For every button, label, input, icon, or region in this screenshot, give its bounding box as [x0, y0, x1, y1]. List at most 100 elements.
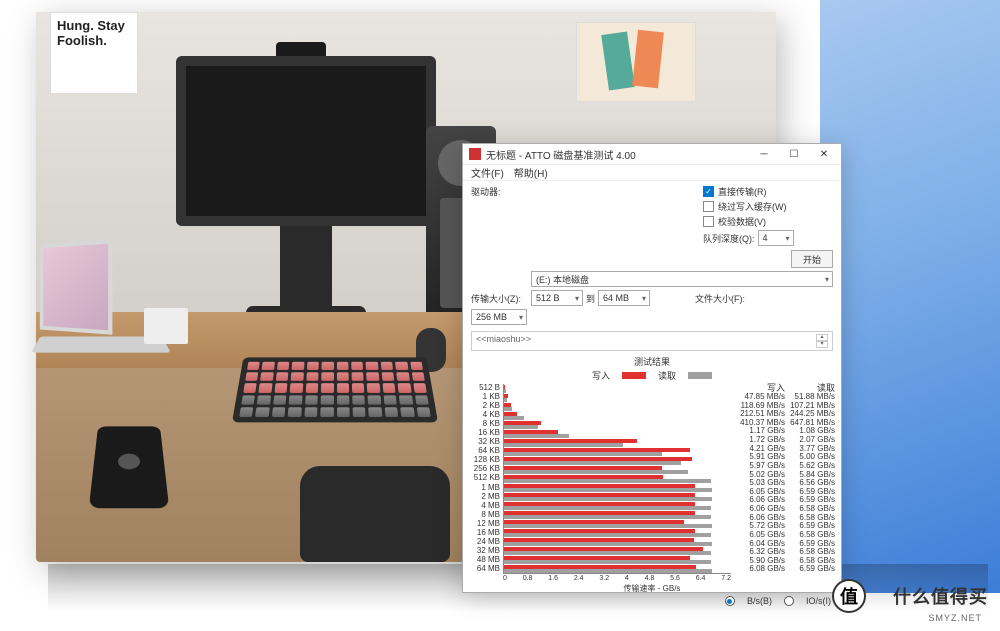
minimize-button[interactable]: ─ — [749, 144, 779, 164]
bar-row — [504, 546, 731, 555]
keyboard — [232, 357, 438, 422]
x-tick-label: 4 — [625, 575, 629, 582]
description-textbox[interactable]: <<miaoshu>> ▴▾ — [471, 331, 833, 351]
legend-write-swatch — [622, 372, 646, 379]
spinner-up-icon[interactable]: ▴ — [816, 334, 828, 341]
bar-row — [504, 456, 731, 465]
bar-row — [504, 420, 731, 429]
chart-area: 512 B1 KB2 KB4 KB8 KB16 KB32 KB64 KB128 … — [463, 384, 841, 594]
bar-row — [504, 438, 731, 447]
y-tick-label: 64 MB — [469, 565, 500, 574]
sticky-note — [144, 308, 188, 344]
laptop — [36, 242, 156, 362]
x-tick-label: 2.4 — [574, 575, 584, 582]
checkbox-verify[interactable] — [703, 216, 714, 227]
label-direct-io: 直接传输(R) — [718, 185, 767, 198]
label-file-size: 文件大小(F): — [695, 292, 833, 305]
label-transfer-size: 传输大小(Z): — [471, 292, 527, 305]
write-value: 6.08 GB/s — [735, 565, 785, 574]
read-bar — [504, 398, 507, 402]
transfer-to-select[interactable]: 64 MB — [598, 290, 650, 306]
wall-poster: Hung. Stay Foolish. — [50, 12, 138, 94]
x-tick-label: 0.8 — [523, 575, 533, 582]
x-axis-label: 传输速率 - GB/s — [469, 582, 835, 594]
read-bar — [504, 488, 712, 492]
bar-row — [504, 447, 731, 456]
label-verify: 校验数据(V) — [718, 215, 766, 228]
chair — [300, 466, 450, 562]
read-bar — [504, 524, 712, 528]
titlebar[interactable]: 无标题 - ATTO 磁盘基准测试 4.00 ─ ☐ ✕ — [463, 144, 841, 165]
radio-io-per-sec[interactable] — [784, 596, 794, 606]
monitor — [176, 56, 436, 226]
x-tick-label: 6.4 — [696, 575, 706, 582]
maximize-button[interactable]: ☐ — [779, 144, 809, 164]
bar-row — [504, 429, 731, 438]
spinner-down-icon[interactable]: ▾ — [816, 341, 828, 348]
menu-file[interactable]: 文件(F) — [471, 165, 504, 180]
label-drive: 驱动器: — [471, 185, 527, 198]
transfer-from-select[interactable]: 512 B — [531, 290, 583, 306]
read-bar — [504, 542, 712, 546]
read-bar — [504, 452, 662, 456]
read-bar — [504, 569, 712, 573]
drive-select[interactable]: (E:) 本地磁盘 — [531, 271, 833, 287]
bar-row — [504, 564, 731, 573]
label-to: 到 — [586, 292, 595, 305]
start-button[interactable]: 开始 — [791, 250, 833, 268]
bar-row — [504, 555, 731, 564]
bar-row — [504, 483, 731, 492]
bar-row — [504, 519, 731, 528]
bar-row — [504, 474, 731, 483]
queue-depth-select[interactable]: 4 — [758, 230, 794, 246]
read-bar — [504, 443, 623, 447]
bar-row — [504, 465, 731, 474]
file-size-select[interactable]: 256 MB — [471, 309, 527, 325]
app-icon — [469, 148, 481, 160]
menubar: 文件(F) 帮助(H) — [463, 165, 841, 181]
atto-benchmark-window: 无标题 - ATTO 磁盘基准测试 4.00 ─ ☐ ✕ 文件(F) 帮助(H)… — [462, 143, 842, 593]
checkbox-bypass-cache[interactable] — [703, 201, 714, 212]
x-tick-label: 1.6 — [548, 575, 558, 582]
bar-row — [504, 384, 731, 393]
watermark-subtext: SMYZ.NET — [928, 613, 982, 623]
phone — [89, 426, 169, 508]
read-bar — [504, 560, 711, 564]
watermark-logo-icon: 值 — [832, 579, 866, 613]
x-tick-label: 4.8 — [645, 575, 655, 582]
read-bar — [504, 506, 711, 510]
bar-row — [504, 528, 731, 537]
bar-row — [504, 510, 731, 519]
bar-row — [504, 411, 731, 420]
window-title: 无标题 - ATTO 磁盘基准测试 4.00 — [486, 147, 749, 162]
read-bar — [504, 389, 506, 393]
menu-help[interactable]: 帮助(H) — [514, 165, 548, 180]
read-bar — [504, 479, 711, 483]
read-bar — [504, 533, 711, 537]
bar-row — [504, 492, 731, 501]
read-value: 6.59 GB/s — [785, 565, 835, 574]
watermark-text: 什么值得买 — [893, 583, 988, 609]
checkbox-direct-io[interactable]: ✓ — [703, 186, 714, 197]
read-bar — [504, 497, 712, 501]
bar-row — [504, 501, 731, 510]
read-bar — [504, 515, 711, 519]
read-bar — [504, 551, 711, 555]
read-bar — [504, 470, 688, 474]
read-bar — [504, 434, 569, 438]
x-tick-label: 5.6 — [670, 575, 680, 582]
chart-legend: 写入 读取 — [463, 368, 841, 384]
results-title: 测试结果 — [463, 353, 841, 368]
wall-art — [576, 22, 696, 102]
x-tick-label: 7.2 — [721, 575, 731, 582]
radio-bytes-per-sec[interactable] — [725, 596, 735, 606]
bar-row — [504, 393, 731, 402]
read-bar — [504, 425, 538, 429]
x-tick-label: 0 — [503, 575, 507, 582]
windows-bloom-wallpaper — [820, 0, 1000, 593]
close-button[interactable]: ✕ — [809, 144, 839, 164]
bar-row — [504, 537, 731, 546]
read-bar — [504, 461, 681, 465]
label-bypass-cache: 绕过写入缓存(W) — [718, 200, 787, 213]
read-bar — [504, 416, 524, 420]
